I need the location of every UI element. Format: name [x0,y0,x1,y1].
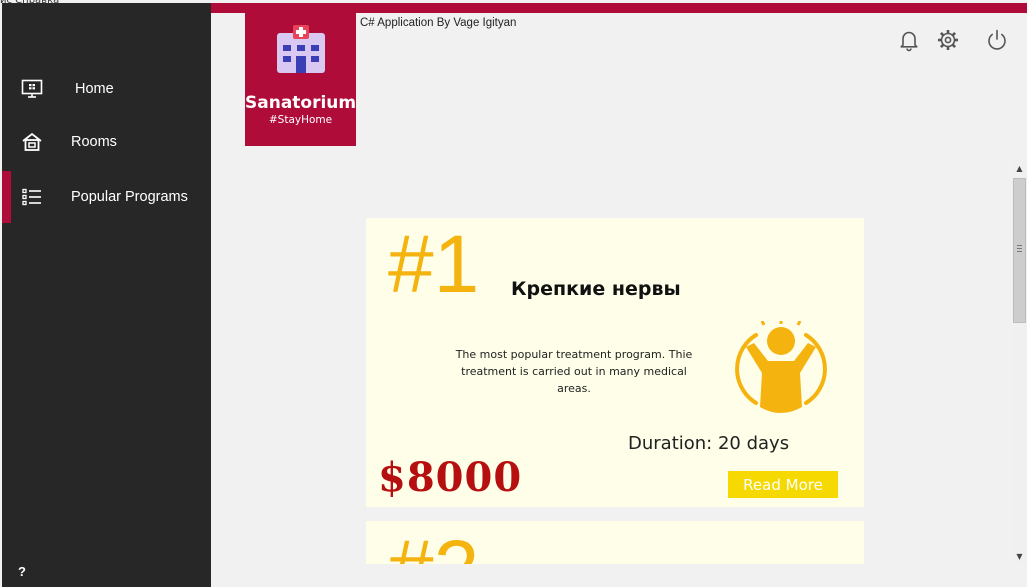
read-more-button[interactable]: Read More [728,471,838,498]
sidebar-item-popular-programs-label: Popular Programs [71,189,188,205]
logo-tagline: #StayHome [268,114,333,126]
app-title: C# Application By Vage Igityan [360,17,517,29]
program-card: #2 [366,521,864,564]
scrollbar-thumb[interactable] [1013,178,1026,323]
scrollbar-grip-icon [1017,245,1022,252]
power-icon[interactable] [985,28,1009,52]
joyful-person-icon [735,321,827,413]
scroll-up-arrow-icon[interactable]: ▲ [1012,160,1027,176]
house-icon [20,130,44,154]
programs-list[interactable]: #1 Крепкие нервы The most popular treatm… [366,160,864,564]
hospital-icon [277,25,325,73]
sidebar-item-rooms[interactable]: Rooms [2,116,211,168]
sidebar-item-rooms-label: Rooms [71,134,117,150]
monitor-icon [20,77,44,101]
sidebar-item-popular-programs[interactable]: Popular Programs [2,171,211,223]
scroll-down-arrow-icon[interactable]: ▼ [1012,548,1027,564]
program-rank: #1 [388,219,480,310]
program-title: Крепкие нервы [511,278,681,300]
program-rank: #2 [388,529,479,565]
gear-icon[interactable] [936,28,960,52]
logo: Sanatorium #StayHome [245,13,356,146]
sidebar-item-home[interactable]: Home [2,63,211,115]
app-window: ис Справка Home [0,0,1027,587]
vertical-scrollbar[interactable]: ▲ ▼ [1012,160,1027,564]
program-duration: Duration: 20 days [628,433,790,454]
program-description: The most popular treatment program. Thie… [455,348,693,395]
bell-icon[interactable] [897,28,921,52]
program-price: $8000 [378,454,523,501]
list-icon [20,185,44,209]
sidebar-item-home-label: Home [75,81,114,97]
logo-name: Sanatorium [245,93,357,113]
help-button[interactable]: ? [18,564,26,579]
sidebar: Home Rooms Popular Programs ? [2,3,211,587]
active-indicator [2,171,11,223]
top-accent-strip [211,3,1027,13]
program-card: #1 Крепкие нервы The most popular treatm… [366,218,864,507]
